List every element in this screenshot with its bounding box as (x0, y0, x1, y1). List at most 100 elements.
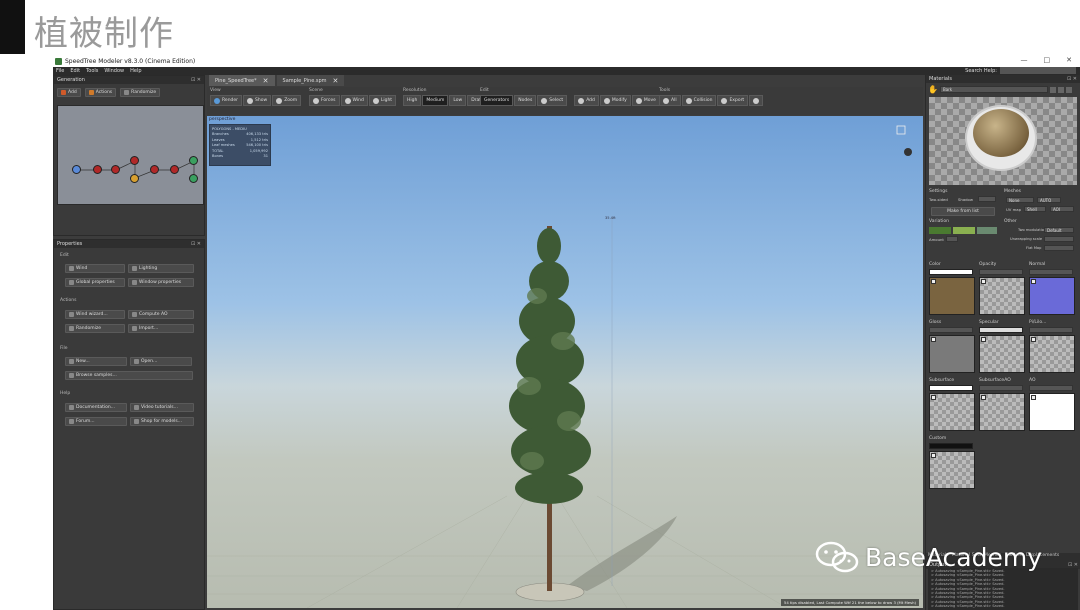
generators-button[interactable]: Generators (480, 95, 514, 106)
hand-icon[interactable]: ✋ (928, 85, 938, 94)
actions-button[interactable]: Actions (84, 88, 117, 97)
add-generator-button[interactable]: Add (57, 88, 81, 97)
ao-map-thumb[interactable] (1029, 393, 1075, 431)
tab-pine-speedtree[interactable]: Pine_SpeedTree* ✕ (209, 75, 275, 86)
flat-map-field[interactable] (1044, 245, 1074, 251)
resolution-medium[interactable]: Medium (422, 95, 449, 106)
move-button[interactable]: Move (631, 95, 660, 106)
subsurfaceao-map-thumb[interactable] (979, 393, 1025, 431)
wind-toolbar-button[interactable]: Wind (340, 95, 368, 106)
tab-sample-pine[interactable]: Sample_Pine.spm ✕ (276, 75, 345, 86)
render-button[interactable]: Render (210, 95, 243, 106)
custom-map-thumb[interactable] (929, 451, 975, 489)
branch-node[interactable] (130, 156, 139, 165)
subsurfaceao-field[interactable] (979, 385, 1023, 391)
all-button[interactable]: All (659, 95, 681, 106)
branch-node[interactable] (170, 165, 179, 174)
tree-node[interactable] (72, 165, 81, 174)
video-tutorials-button[interactable]: Video tutorials... (130, 403, 194, 412)
mesh-auto-field[interactable]: AUTO (1037, 197, 1061, 203)
unwrapping-scale-field[interactable] (1044, 236, 1074, 242)
leaf-node[interactable] (189, 174, 198, 183)
map-checkbox[interactable] (981, 279, 986, 284)
panel-close-icon[interactable]: ⊡ ✕ (191, 76, 201, 84)
subsurface-swatch[interactable] (929, 385, 973, 391)
compute-ao-button[interactable]: Compute AO (128, 310, 194, 319)
mesh-field[interactable]: None (1006, 197, 1034, 203)
material-delete-icon[interactable] (1065, 86, 1072, 93)
map-checkbox[interactable] (931, 395, 936, 400)
custom-swatch[interactable] (929, 443, 973, 449)
menu-tools[interactable]: Tools (86, 68, 98, 74)
3d-viewport[interactable]: perspective POLYGONS - MEDIU Branches 406… (207, 116, 923, 608)
view-cube-icon[interactable] (895, 124, 907, 136)
opacity-map-thumb[interactable] (979, 277, 1025, 315)
close-tab-icon[interactable]: ✕ (263, 77, 269, 85)
variation-color-1[interactable] (929, 227, 951, 234)
shop-models-button[interactable]: Shop for models... (130, 417, 194, 426)
panel-close-icon[interactable]: ⊡ ✕ (191, 240, 201, 248)
subsurface-map-thumb[interactable] (929, 393, 975, 431)
trunk-node[interactable] (93, 165, 102, 174)
new-button[interactable]: New... (65, 357, 127, 366)
gloss-map-thumb[interactable] (929, 335, 975, 373)
map-checkbox[interactable] (1031, 395, 1036, 400)
material-add-icon[interactable] (1049, 86, 1056, 93)
resolution-high[interactable]: High (403, 95, 422, 106)
pilio-field[interactable] (1029, 327, 1073, 333)
global-properties-button[interactable]: Global properties (65, 278, 125, 287)
make-from-list-button[interactable]: Make from list (931, 207, 995, 216)
nodes-button[interactable]: Nodes (514, 95, 537, 106)
lighting-button[interactable]: Lighting (128, 264, 194, 273)
map-checkbox[interactable] (931, 337, 936, 342)
modify-button[interactable]: Modify (599, 95, 631, 106)
zoom-button[interactable]: Zoom (272, 95, 302, 106)
randomize-button[interactable]: Randomize (120, 88, 161, 97)
ao-field[interactable] (1029, 385, 1073, 391)
two-modulation-field[interactable]: Default (1044, 227, 1074, 233)
cap-node[interactable] (130, 174, 139, 183)
more-button[interactable] (749, 95, 764, 106)
forces-button[interactable]: Forces (309, 95, 340, 106)
branch-node[interactable] (111, 165, 120, 174)
generation-graph[interactable] (57, 105, 204, 205)
light-button[interactable]: Light (368, 95, 397, 106)
minimize-button[interactable]: — (1021, 56, 1028, 64)
normal-field[interactable] (1029, 269, 1073, 275)
pilio-map-thumb[interactable] (1029, 335, 1075, 373)
add-button[interactable]: Add (574, 95, 599, 106)
material-select[interactable]: Bark (939, 86, 1048, 93)
shadow-field[interactable] (978, 196, 996, 202)
specular-map-thumb[interactable] (979, 335, 1025, 373)
collision-button[interactable]: Collision (681, 95, 717, 106)
forum-button[interactable]: Forum... (65, 417, 127, 426)
specular-swatch[interactable] (979, 327, 1023, 333)
browse-samples-button[interactable]: Browse samples... (65, 371, 193, 380)
output-log[interactable]: > Autosaving <Sample_Pine.stt> Saved. > … (928, 568, 1078, 610)
randomize-action-button[interactable]: Randomize (65, 324, 125, 333)
map-checkbox[interactable] (1031, 337, 1036, 342)
menu-window[interactable]: Window (104, 68, 124, 74)
map-checkbox[interactable] (981, 337, 986, 342)
branch-node[interactable] (150, 165, 159, 174)
documentation-button[interactable]: Documentation... (65, 403, 127, 412)
close-tab-icon[interactable]: ✕ (333, 77, 339, 85)
show-button[interactable]: Show (243, 95, 272, 106)
window-properties-button[interactable]: Window properties (128, 278, 194, 287)
uv-map-field[interactable]: Shell (1024, 206, 1046, 212)
menu-edit[interactable]: Edit (70, 68, 80, 74)
map-checkbox[interactable] (1031, 279, 1036, 284)
close-button[interactable]: ✕ (1066, 56, 1072, 64)
opacity-field[interactable] (979, 269, 1023, 275)
search-help-input[interactable] (1000, 67, 1076, 74)
gloss-field[interactable] (929, 327, 973, 333)
maximize-button[interactable]: □ (1044, 56, 1051, 64)
aoi-field[interactable]: AOI (1050, 206, 1074, 212)
open-button[interactable]: Open... (130, 357, 192, 366)
color-swatch[interactable] (929, 269, 973, 275)
menu-help[interactable]: Help (130, 68, 141, 74)
map-checkbox[interactable] (931, 279, 936, 284)
map-checkbox[interactable] (981, 395, 986, 400)
menu-file[interactable]: File (56, 68, 64, 74)
select-button[interactable]: Select (537, 95, 568, 106)
